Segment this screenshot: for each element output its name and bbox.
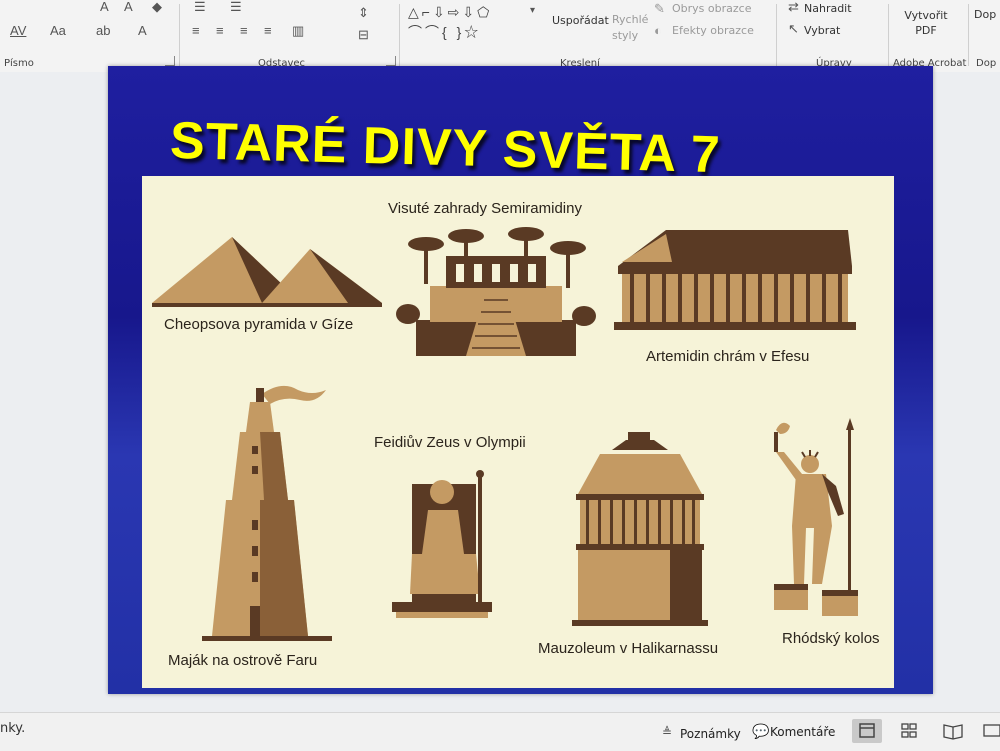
- shape-effects-icon[interactable]: ◐: [654, 24, 662, 37]
- wonder-label: Mauzoleum v Halikarnassu: [538, 640, 719, 657]
- notes-icon[interactable]: ≜: [662, 726, 672, 738]
- wonder-label: Artemidin chrám v Efesu: [646, 348, 810, 365]
- comments-icon[interactable]: 💬: [752, 724, 769, 738]
- font-group-launcher-icon[interactable]: [165, 56, 175, 66]
- numbering-icon[interactable]: ☰: [230, 0, 242, 13]
- wonder-label: Rhódský kolos: [782, 630, 880, 647]
- clear-format-icon[interactable]: A: [124, 0, 133, 13]
- mausoleum-illustration: [572, 432, 708, 626]
- font-group-label: Písmo: [4, 58, 34, 69]
- select-button[interactable]: Vybrat: [804, 24, 840, 37]
- char-spacing-icon[interactable]: AV: [10, 24, 26, 37]
- pyramids-illustration: [152, 237, 382, 307]
- extra-group-label: Dop: [976, 58, 997, 69]
- colossus-illustration: [774, 418, 858, 616]
- align-right-icon[interactable]: ≡: [240, 24, 248, 37]
- extra-group: Dop Dop: [970, 0, 1000, 72]
- zeus-statue-illustration: [392, 470, 492, 618]
- group-divider: [968, 4, 969, 66]
- font-group: AV Aa ab A A A ◆ Písmo: [0, 0, 178, 72]
- create-pdf-button[interactable]: Vytvořit PDF: [901, 8, 951, 38]
- comments-button[interactable]: Komentáře: [770, 725, 835, 739]
- temple-illustration: [614, 230, 856, 330]
- slide-sorter-icon: [901, 723, 917, 738]
- notes-button[interactable]: Poznámky: [680, 727, 741, 741]
- view-slide-sorter-button[interactable]: [894, 719, 924, 743]
- view-slideshow-button[interactable]: [980, 719, 1000, 743]
- align-left-icon[interactable]: ≡: [192, 24, 200, 37]
- shapes-gallery[interactable]: △⌐⇩⇨⇩⬠ ⌒⌒{ }☆: [408, 2, 526, 46]
- view-normal-button[interactable]: [852, 719, 882, 743]
- eraser-icon[interactable]: ◆: [152, 0, 162, 13]
- status-text: nky.: [0, 721, 26, 736]
- wonders-panel[interactable]: Cheopsova pyramida v Gíze Visuté zahrady…: [142, 176, 894, 688]
- acrobat-group: Vytvořit PDF Adobe Acrobat: [889, 0, 967, 72]
- font-color-icon[interactable]: A: [138, 24, 147, 37]
- normal-view-icon: [859, 723, 875, 738]
- wonder-label: Cheopsova pyramida v Gíze: [164, 316, 354, 333]
- reading-view-icon: [943, 724, 963, 740]
- editing-group: ⇄ Nahradit ↖ Vybrat Úpravy: [778, 0, 886, 72]
- paragraph-group-launcher-icon[interactable]: [386, 56, 396, 66]
- paragraph-group: ≡ ≡ ≡ ≡ ▥ ☰ ☰ ⇕ ⊟ Odstavec: [180, 0, 398, 72]
- wonder-label: Visuté zahrady Semiramidiny: [388, 200, 582, 217]
- slideshow-icon: [983, 724, 1000, 737]
- ribbon: AV Aa ab A A A ◆ Písmo ≡ ≡ ≡ ≡ ▥ ☰ ☰ ⇕ ⊟…: [0, 0, 1000, 73]
- replace-icon[interactable]: ⇄: [788, 0, 799, 13]
- arrange-button[interactable]: Uspořádat: [552, 14, 609, 27]
- wonder-label: Feidiův Zeus v Olympii: [374, 434, 526, 451]
- select-icon[interactable]: ↖: [788, 22, 799, 35]
- font-size-case-icon[interactable]: Aa: [50, 24, 66, 37]
- justify-icon[interactable]: ≡: [264, 24, 272, 37]
- drawing-group: △⌐⇩⇨⇩⬠ ⌒⌒{ }☆ ▾ Uspořádat Rychlé styly ✎ …: [400, 0, 780, 72]
- quick-styles-button[interactable]: Rychlé styly: [612, 12, 652, 44]
- columns-icon[interactable]: ▥: [292, 24, 304, 37]
- group-divider: [776, 4, 777, 66]
- lighthouse-illustration: [202, 385, 332, 641]
- extra-group-button[interactable]: Dop: [974, 8, 996, 21]
- view-reading-button[interactable]: [938, 719, 968, 743]
- shapes-gallery-more-icon[interactable]: ▾: [530, 6, 535, 16]
- replace-button[interactable]: Nahradit: [804, 2, 852, 15]
- format-painter-icon[interactable]: A: [100, 0, 109, 13]
- shape-outline-button[interactable]: Obrys obrazce: [672, 2, 751, 15]
- shape-effects-button[interactable]: Efekty obrazce: [672, 24, 754, 37]
- bullets-icon[interactable]: ☰: [194, 0, 206, 13]
- align-text-icon[interactable]: ⊟: [358, 28, 369, 41]
- shape-outline-icon[interactable]: ✎: [654, 2, 665, 15]
- hanging-gardens-illustration: [396, 227, 596, 356]
- align-center-icon[interactable]: ≡: [216, 24, 224, 37]
- status-bar: nky. ≜ Poznámky 💬 Komentáře: [0, 712, 1000, 751]
- text-direction-icon[interactable]: ⇕: [358, 6, 369, 19]
- highlight-icon[interactable]: ab: [96, 24, 110, 37]
- wonder-label: Maják na ostrově Faru: [168, 652, 318, 669]
